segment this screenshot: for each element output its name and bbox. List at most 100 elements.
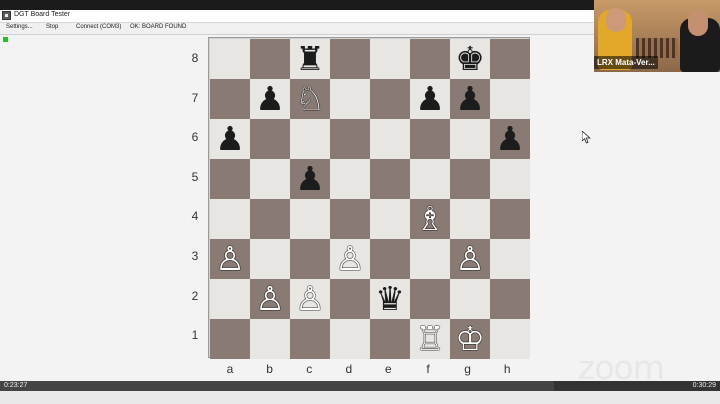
playback-progress[interactable] <box>0 381 555 391</box>
file-label: f <box>426 362 430 376</box>
square-g1[interactable]: ♔ <box>450 319 490 359</box>
square-d2[interactable] <box>330 279 370 319</box>
square-h8[interactable] <box>490 39 530 79</box>
square-e4[interactable] <box>370 199 410 239</box>
square-c3[interactable] <box>290 239 330 279</box>
menu-connect[interactable]: Connect (COM3) <box>76 24 121 30</box>
square-d8[interactable] <box>330 39 370 79</box>
square-a8[interactable] <box>210 39 250 79</box>
square-g5[interactable] <box>450 159 490 199</box>
chess-piece[interactable]: ♜ <box>295 39 325 79</box>
square-e1[interactable] <box>370 319 410 359</box>
chess-piece[interactable]: ♛ <box>375 279 405 319</box>
chess-piece[interactable]: ♙ <box>335 239 365 279</box>
chess-piece[interactable]: ♟ <box>495 119 525 159</box>
square-f5[interactable] <box>410 159 450 199</box>
chess-piece[interactable]: ♙ <box>255 279 285 319</box>
square-f4[interactable]: ♗ <box>410 199 450 239</box>
square-f8[interactable] <box>410 39 450 79</box>
square-h1[interactable] <box>490 319 530 359</box>
chess-piece[interactable]: ♟ <box>295 159 325 199</box>
chess-piece[interactable]: ♙ <box>455 239 485 279</box>
square-c2[interactable]: ♙ <box>290 279 330 319</box>
square-d4[interactable] <box>330 199 370 239</box>
square-a7[interactable] <box>210 79 250 119</box>
chess-piece[interactable]: ♟ <box>455 79 485 119</box>
square-f3[interactable] <box>410 239 450 279</box>
square-e8[interactable] <box>370 39 410 79</box>
square-g2[interactable] <box>450 279 490 319</box>
square-f2[interactable] <box>410 279 450 319</box>
chess-board[interactable]: ♜ ♚ ♟ ♘ ♟ ♟ ♟ ♟ ♟ ♗ ♙ ♙ ♙ ♙ ♙ ♛ ♖ ♔ <box>208 37 530 359</box>
square-h7[interactable] <box>490 79 530 119</box>
chess-piece[interactable]: ♘ <box>295 79 325 119</box>
participant-video-tile[interactable]: LRX Mata-Ver... <box>594 0 720 72</box>
square-b6[interactable] <box>250 119 290 159</box>
square-b1[interactable] <box>250 319 290 359</box>
square-h4[interactable] <box>490 199 530 239</box>
square-g7[interactable]: ♟ <box>450 79 490 119</box>
square-a3[interactable]: ♙ <box>210 239 250 279</box>
menu-stop[interactable]: Stop <box>46 24 58 30</box>
chess-piece[interactable]: ♖ <box>415 319 445 359</box>
square-a1[interactable] <box>210 319 250 359</box>
rank-label: 4 <box>191 209 199 224</box>
participant-left-head <box>606 8 626 32</box>
chess-piece[interactable]: ♙ <box>295 279 325 319</box>
square-e5[interactable] <box>370 159 410 199</box>
square-f6[interactable] <box>410 119 450 159</box>
square-c8[interactable]: ♜ <box>290 39 330 79</box>
rank-label: 7 <box>191 90 199 105</box>
square-b3[interactable] <box>250 239 290 279</box>
square-b4[interactable] <box>250 199 290 239</box>
chess-piece[interactable]: ♔ <box>455 319 485 359</box>
square-a4[interactable] <box>210 199 250 239</box>
square-a6[interactable]: ♟ <box>210 119 250 159</box>
square-c1[interactable] <box>290 319 330 359</box>
square-b5[interactable] <box>250 159 290 199</box>
square-c6[interactable] <box>290 119 330 159</box>
square-b2[interactable]: ♙ <box>250 279 290 319</box>
connection-status-indicator <box>3 37 8 42</box>
square-d6[interactable] <box>330 119 370 159</box>
chess-piece[interactable]: ♟ <box>215 119 245 159</box>
square-g6[interactable] <box>450 119 490 159</box>
square-b7[interactable]: ♟ <box>250 79 290 119</box>
square-c5[interactable]: ♟ <box>290 159 330 199</box>
square-a5[interactable] <box>210 159 250 199</box>
square-a2[interactable] <box>210 279 250 319</box>
square-c4[interactable] <box>290 199 330 239</box>
chess-piece[interactable]: ♗ <box>415 199 445 239</box>
square-e7[interactable] <box>370 79 410 119</box>
square-c7[interactable]: ♘ <box>290 79 330 119</box>
square-e2[interactable]: ♛ <box>370 279 410 319</box>
elapsed-time: 0:23:27 <box>4 382 28 389</box>
square-h5[interactable] <box>490 159 530 199</box>
square-d3[interactable]: ♙ <box>330 239 370 279</box>
file-label: e <box>385 362 392 376</box>
square-b8[interactable] <box>250 39 290 79</box>
square-h6[interactable]: ♟ <box>490 119 530 159</box>
square-e3[interactable] <box>370 239 410 279</box>
square-g8[interactable]: ♚ <box>450 39 490 79</box>
chess-piece[interactable]: ♟ <box>415 79 445 119</box>
file-label: b <box>266 362 273 376</box>
menu-board-status: OK: BOARD FOUND <box>130 24 187 30</box>
square-f1[interactable]: ♖ <box>410 319 450 359</box>
chess-piece[interactable]: ♚ <box>455 39 485 79</box>
rank-label: 5 <box>191 169 199 184</box>
square-g4[interactable] <box>450 199 490 239</box>
square-e6[interactable] <box>370 119 410 159</box>
square-f7[interactable]: ♟ <box>410 79 450 119</box>
square-d1[interactable] <box>330 319 370 359</box>
playback-bar[interactable]: 0:23:27 0:30:29 <box>0 381 720 391</box>
square-h2[interactable] <box>490 279 530 319</box>
square-d5[interactable] <box>330 159 370 199</box>
square-h3[interactable] <box>490 239 530 279</box>
chess-piece[interactable]: ♙ <box>215 239 245 279</box>
rank-label: 6 <box>191 130 199 145</box>
square-g3[interactable]: ♙ <box>450 239 490 279</box>
menu-settings[interactable]: Settings... <box>6 24 33 30</box>
square-d7[interactable] <box>330 79 370 119</box>
chess-piece[interactable]: ♟ <box>255 79 285 119</box>
